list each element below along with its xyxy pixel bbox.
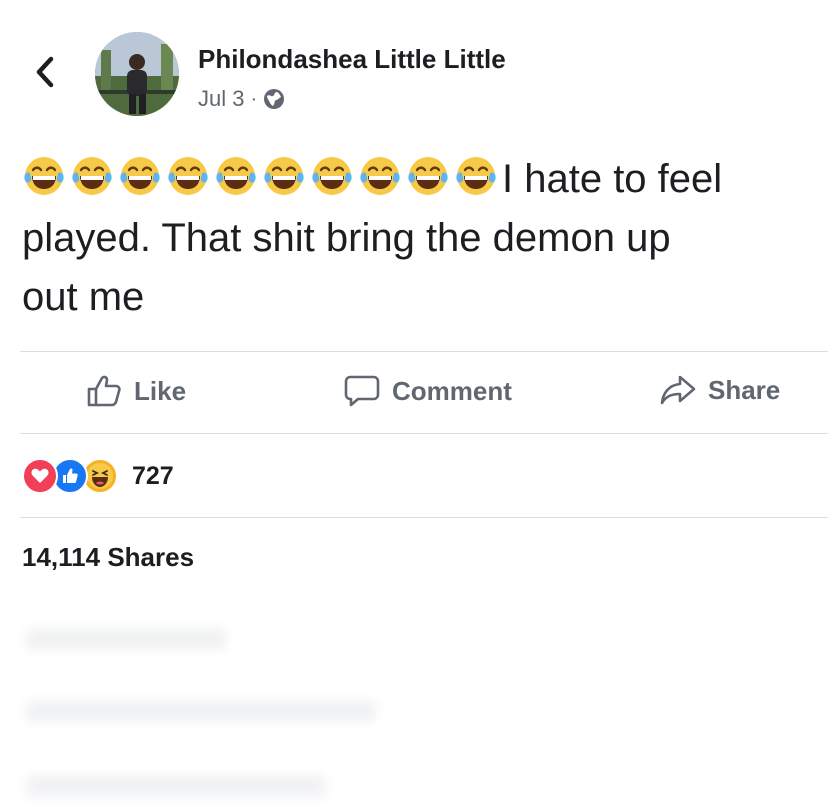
comment-button[interactable]: Comment [344, 374, 512, 408]
post-text-line3: out me [22, 275, 145, 319]
share-arrow-icon [660, 375, 696, 405]
post-text-line2: played. That shit bring the demon up [22, 216, 671, 260]
post-header: Philondashea Little Little Jul 3 · [0, 0, 828, 130]
tears-of-joy-emoji [24, 157, 64, 195]
tears-of-joy-emoji [216, 157, 256, 195]
author-name[interactable]: Philondashea Little Little [198, 44, 506, 75]
tears-of-joy-emoji [456, 157, 496, 195]
post-meta: Jul 3 · [198, 86, 285, 112]
tears-of-joy-emoji [72, 157, 112, 195]
shares-count[interactable]: 14,114 Shares [22, 542, 194, 573]
share-label: Share [708, 374, 781, 405]
tears-of-joy-emoji [360, 157, 400, 195]
faded-content-3 [26, 775, 326, 797]
tears-of-joy-emoji [312, 157, 352, 195]
globe-icon [264, 89, 285, 109]
chevron-left-icon [36, 56, 54, 88]
post-body: I hate to feel played. That shit bring t… [22, 150, 812, 327]
meta-separator: · [250, 87, 258, 110]
tears-of-joy-emoji [264, 157, 304, 195]
reactions-count: 727 [132, 461, 174, 490]
like-button[interactable]: Like [86, 374, 186, 408]
post-date[interactable]: Jul 3 [198, 86, 244, 112]
faded-content-2 [26, 700, 376, 722]
post-text-line1: I hate to feel [502, 157, 723, 201]
action-bar: Like Comment Share [0, 352, 828, 434]
share-button[interactable]: Share [660, 374, 780, 406]
reactions-summary[interactable]: 727 [22, 458, 174, 494]
tears-of-joy-emoji [168, 157, 208, 195]
faded-content-1 [26, 628, 226, 650]
love-reaction-icon [22, 458, 58, 494]
thumbs-up-icon [87, 375, 121, 407]
avatar[interactable] [95, 32, 179, 116]
emoji-sequence [22, 157, 502, 201]
divider-middle [20, 433, 828, 434]
back-button[interactable] [30, 52, 60, 92]
comment-bubble-icon [344, 375, 380, 407]
divider-bottom [20, 517, 828, 518]
comment-label: Comment [392, 375, 512, 406]
tears-of-joy-emoji [120, 157, 160, 195]
like-label: Like [134, 375, 187, 406]
tears-of-joy-emoji [408, 157, 448, 195]
